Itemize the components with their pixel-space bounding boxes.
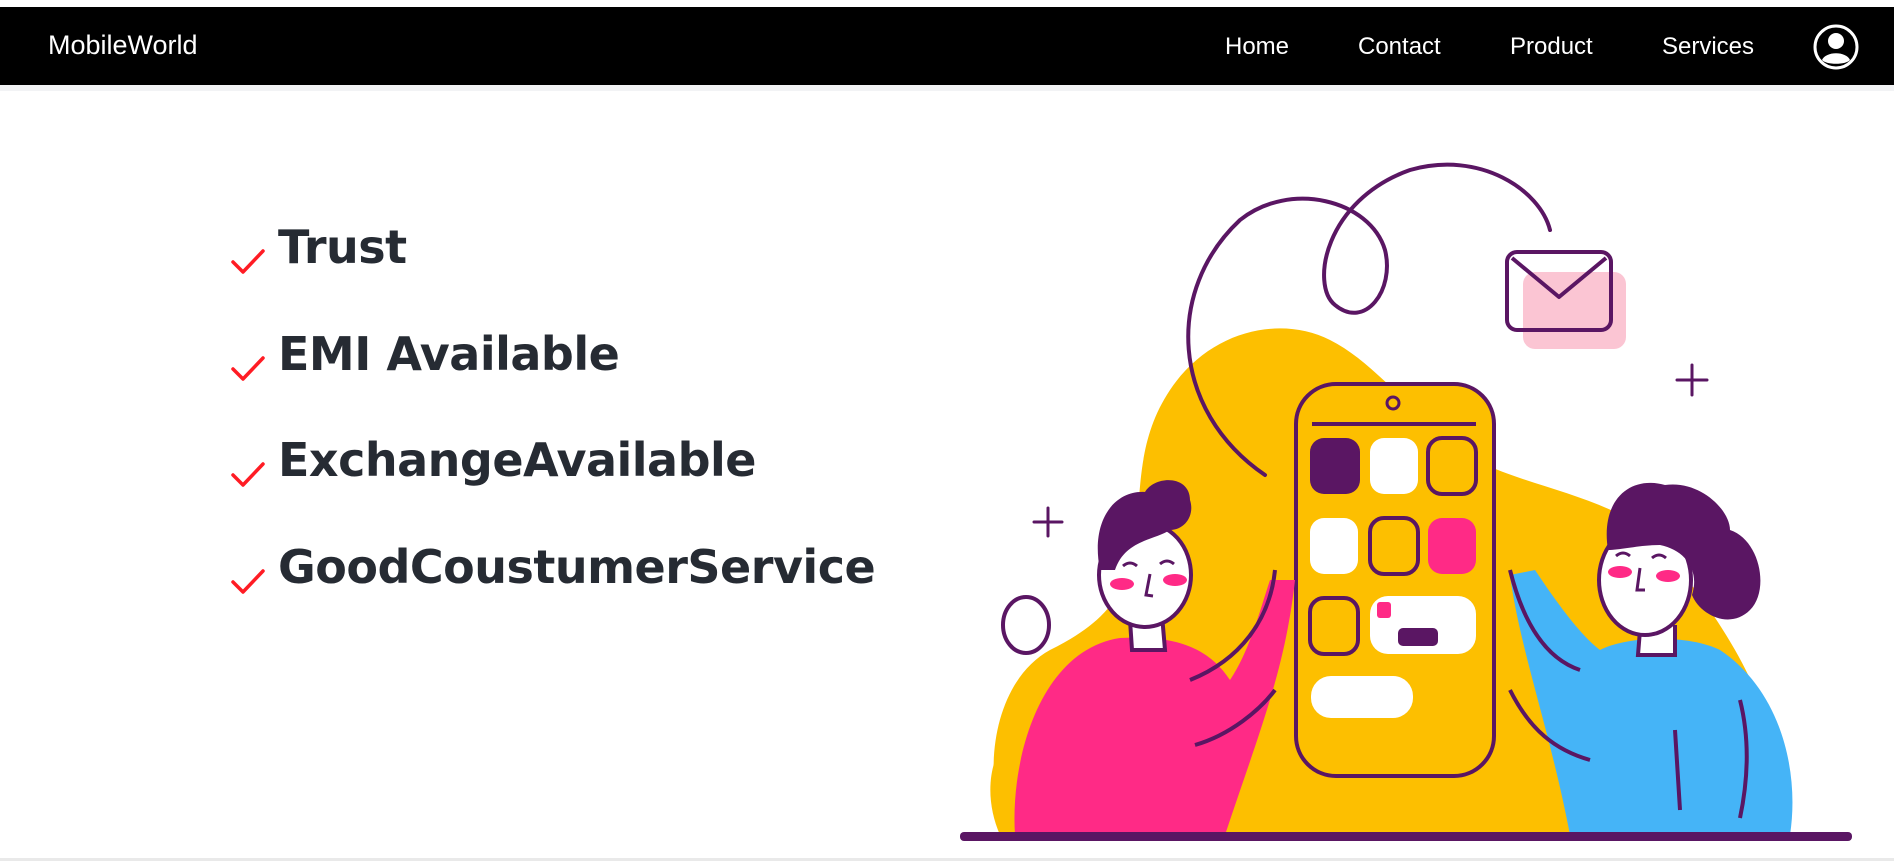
floor-line xyxy=(960,832,1852,841)
checkmark-icon xyxy=(231,568,265,594)
feature-label: ExchangeAvailable xyxy=(278,433,756,487)
brand-logo[interactable]: MobileWorld xyxy=(48,30,198,61)
nav-link-services[interactable]: Services xyxy=(1662,33,1754,61)
feature-item: GoodCoustumerService xyxy=(230,539,876,649)
navbar: MobileWorld Home Contact Product Service… xyxy=(0,7,1894,85)
nav-link-product[interactable]: Product xyxy=(1510,33,1593,61)
checkmark-icon xyxy=(231,249,265,274)
feature-label: Trust xyxy=(278,220,407,274)
feature-label: GoodCoustumerService xyxy=(278,539,876,594)
feature-item: EMI Available xyxy=(230,326,875,436)
checkmark-icon xyxy=(231,355,265,381)
user-circle-icon[interactable] xyxy=(1812,23,1860,71)
feature-item: Trust xyxy=(230,222,875,329)
feature-item: ExchangeAvailable xyxy=(230,435,875,542)
top-strip xyxy=(0,0,1894,7)
bubble-circle xyxy=(1001,595,1051,655)
hero-illustration xyxy=(960,162,1852,841)
feature-list: Trust EMI Available ExchangeAvailable Go… xyxy=(230,222,876,649)
nav-link-contact[interactable]: Contact xyxy=(1358,33,1441,61)
feature-label: EMI Available xyxy=(278,326,620,381)
nav-link-home[interactable]: Home xyxy=(1225,33,1289,61)
checkmark-icon xyxy=(231,462,265,487)
